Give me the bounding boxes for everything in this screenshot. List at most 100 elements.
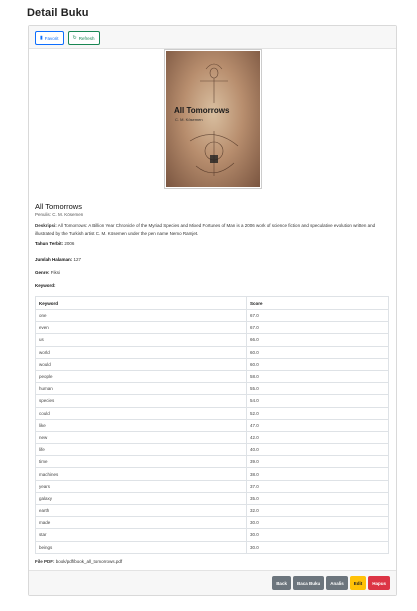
table-row: species 54.0 <box>35 394 389 408</box>
pages-row: Jumlah Halaman: 127 <box>35 257 81 262</box>
keyword-cell: years <box>35 479 247 493</box>
analyze-button[interactable]: Analis <box>326 576 348 590</box>
keyword-column-header: Keyword <box>35 296 247 310</box>
pdf-path[interactable]: book/pdf/book_all_tomorrows.pdf <box>56 559 122 564</box>
table-row: one 67.0 <box>35 308 389 323</box>
refresh-button[interactable]: ↻ Refresh <box>67 31 100 45</box>
table-row: galaxy 35.0 <box>35 491 389 506</box>
table-header-row: Keyword Score <box>35 296 389 310</box>
score-cell: 35.0 <box>246 491 389 506</box>
table-row: made 30.0 <box>35 516 389 530</box>
table-row: us 66.0 <box>35 333 389 347</box>
book-author: Penulis: C. M. Kösemen <box>35 212 84 217</box>
score-cell: 66.0 <box>246 333 389 347</box>
score-cell: 30.0 <box>246 540 389 554</box>
score-cell: 38.0 <box>246 467 389 481</box>
keyword-cell: beings <box>35 540 247 554</box>
table-row: years 37.0 <box>35 479 389 493</box>
table-row: even 67.0 <box>35 321 389 335</box>
table-row: life 40.0 <box>35 443 389 457</box>
bookmark-icon: ▮ <box>40 34 43 41</box>
score-cell: 52.0 <box>246 406 389 420</box>
favorite-button[interactable]: ▮ Favorit <box>35 31 64 45</box>
cover-title: All Tomorrows <box>174 106 230 115</box>
keyword-cell: like <box>35 418 247 432</box>
table-row: could 52.0 <box>35 406 389 420</box>
score-cell: 37.0 <box>246 479 389 493</box>
cover-author: C. M. Kösemen <box>175 117 203 122</box>
score-cell: 54.0 <box>246 394 389 408</box>
delete-button[interactable]: Hapus <box>368 576 390 590</box>
card-footer: Back Baca Buku Analis Edit Hapus <box>29 570 396 595</box>
score-cell: 30.0 <box>246 528 389 542</box>
keyword-cell: life <box>35 443 247 457</box>
score-cell: 60.0 <box>246 345 389 359</box>
score-cell: 30.0 <box>246 516 389 530</box>
pages-value: 127 <box>73 257 82 262</box>
score-cell: 60.0 <box>246 357 389 371</box>
table-row: like 47.0 <box>35 418 389 432</box>
table-row: people 58.0 <box>35 369 389 384</box>
genre-row: Genre: Fiksi <box>35 270 60 275</box>
keyword-cell: species <box>35 394 247 408</box>
table-row: new 42.0 <box>35 430 389 445</box>
pages-label: Jumlah Halaman: <box>35 257 73 262</box>
score-cell: 40.0 <box>246 443 389 457</box>
keyword-cell: human <box>35 382 247 396</box>
refresh-icon: ↻ <box>72 34 77 41</box>
genre-label: Genre: <box>35 270 50 275</box>
score-cell: 39.0 <box>246 455 389 469</box>
table-row: star 30.0 <box>35 528 389 542</box>
edit-button[interactable]: Edit <box>349 576 367 590</box>
keyword-cell: would <box>35 357 247 371</box>
keyword-cell: could <box>35 406 247 420</box>
score-cell: 55.0 <box>246 382 389 396</box>
description-text: All Tomorrows: A Billion Year Chronicle … <box>35 223 376 236</box>
keyword-cell: time <box>35 455 247 469</box>
book-title: All Tomorrows <box>35 202 82 211</box>
table-row: world 60.0 <box>35 345 389 359</box>
pdf-row: File PDF: book/pdf/book_all_tomorrows.pd… <box>35 559 122 564</box>
table-row: beings 30.0 <box>35 540 389 554</box>
year-value: 2006 <box>64 241 75 246</box>
action-buttons: Back Baca Buku Analis Edit Hapus <box>272 576 390 590</box>
keyword-label: Keyword: <box>35 283 56 288</box>
keyword-cell: star <box>35 528 247 542</box>
keyword-cell: galaxy <box>35 491 247 506</box>
book-cover: All Tomorrows C. M. Kösemen <box>164 49 262 189</box>
genre-value: Fiksi <box>50 270 61 275</box>
description-label: Deskripsi: <box>35 223 57 228</box>
read-book-button[interactable]: Baca Buku <box>292 576 325 590</box>
keyword-cell: earth <box>35 503 247 518</box>
back-button[interactable]: Back <box>272 576 291 590</box>
keyword-cell: one <box>35 308 247 323</box>
keyword-cell: people <box>35 369 247 384</box>
year-row: Tahun Terbit: 2006 <box>35 241 74 246</box>
score-cell: 67.0 <box>246 308 389 323</box>
page-title: Detail Buku <box>27 7 89 19</box>
keyword-cell: even <box>35 321 247 335</box>
score-cell: 32.0 <box>246 503 389 518</box>
table-row: would 60.0 <box>35 357 389 371</box>
score-cell: 42.0 <box>246 430 389 445</box>
year-label: Tahun Terbit: <box>35 241 64 246</box>
score-cell: 58.0 <box>246 369 389 384</box>
keyword-row: Keyword: <box>35 283 56 288</box>
keyword-cell: world <box>35 345 247 359</box>
score-cell: 67.0 <box>246 321 389 335</box>
keyword-cell: machines <box>35 467 247 481</box>
refresh-label: Refresh <box>78 35 95 41</box>
keyword-cell: new <box>35 430 247 445</box>
book-description: Deskripsi: All Tomorrows: A Billion Year… <box>35 222 390 237</box>
score-cell: 47.0 <box>246 418 389 432</box>
cover-image: All Tomorrows C. M. Kösemen <box>166 51 260 187</box>
table-row: time 39.0 <box>35 455 389 469</box>
favorite-label: Favorit <box>44 35 59 41</box>
table-row: human 55.0 <box>35 382 389 396</box>
keyword-table: Keyword Score one 67.0 even 67.0 us 66.0 world… <box>35 296 389 554</box>
score-column-header: Score <box>246 296 389 310</box>
table-row: earth 32.0 <box>35 503 389 518</box>
table-row: machines 38.0 <box>35 467 389 481</box>
keyword-cell: made <box>35 516 247 530</box>
card-toolbar: ▮ Favorit ↻ Refresh <box>29 26 396 49</box>
